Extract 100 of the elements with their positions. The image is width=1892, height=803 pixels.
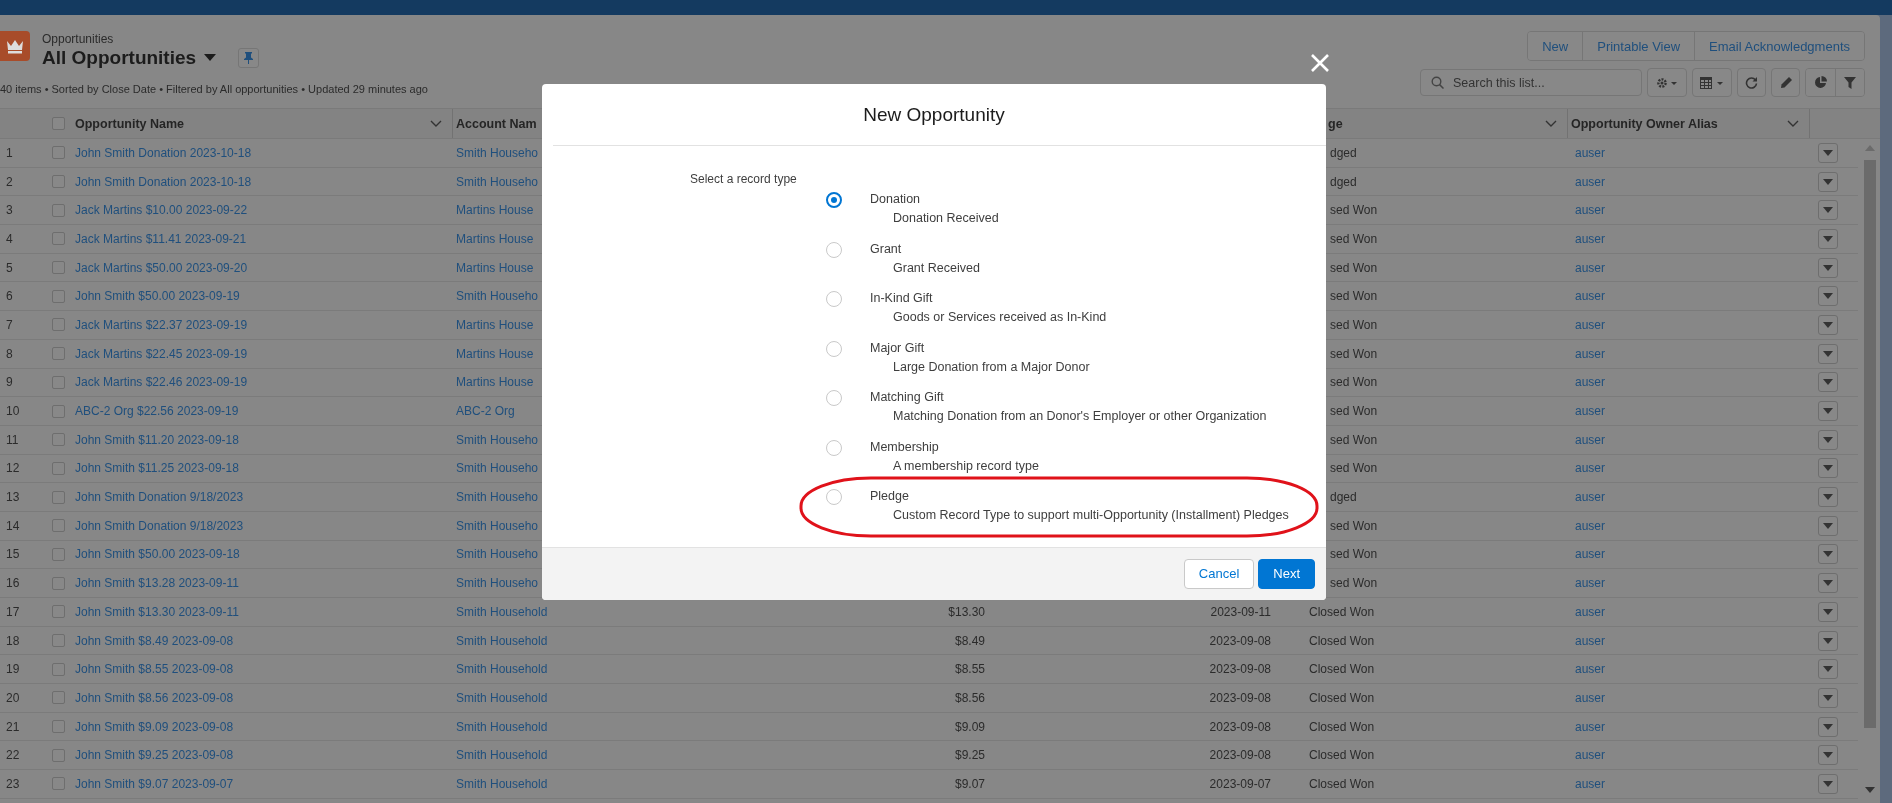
owner-link[interactable]: auser xyxy=(1568,748,1810,763)
column-header[interactable]: Opportunity Owner Alias xyxy=(1571,116,1718,131)
row-checkbox[interactable] xyxy=(51,576,65,590)
row-checkbox[interactable] xyxy=(51,461,65,475)
option-label[interactable]: Major Gift xyxy=(870,340,925,355)
radio-button[interactable] xyxy=(826,192,842,208)
opportunity-link[interactable]: John Smith $8.49 2023-09-08 xyxy=(72,633,453,648)
owner-link[interactable]: auser xyxy=(1568,404,1810,419)
row-checkbox[interactable] xyxy=(51,404,65,418)
row-action-button[interactable] xyxy=(1818,745,1838,766)
display-as-button[interactable] xyxy=(1692,68,1732,97)
account-link[interactable]: Smith Household xyxy=(453,719,653,734)
search-field[interactable]: Search this list... xyxy=(1420,69,1642,96)
owner-link[interactable]: auser xyxy=(1568,690,1810,705)
opportunity-link[interactable]: John Smith $11.25 2023-09-18 xyxy=(72,461,453,476)
owner-link[interactable]: auser xyxy=(1568,518,1810,533)
opportunity-link[interactable]: Jack Martins $10.00 2023-09-22 xyxy=(72,203,453,218)
radio-button[interactable] xyxy=(826,241,842,258)
opportunity-link[interactable]: John Smith $9.25 2023-09-08 xyxy=(72,748,453,763)
row-checkbox[interactable] xyxy=(51,547,65,561)
option-label[interactable]: Donation xyxy=(870,192,921,206)
option-label[interactable]: Matching Gift xyxy=(870,390,944,404)
row-action-button[interactable] xyxy=(1818,343,1838,364)
account-link[interactable]: Smith Household xyxy=(453,690,653,705)
owner-link[interactable]: auser xyxy=(1568,776,1810,791)
owner-link[interactable]: auser xyxy=(1568,432,1810,447)
owner-link[interactable]: auser xyxy=(1568,289,1810,304)
opportunity-link[interactable]: John Smith $9.09 2023-09-08 xyxy=(72,719,453,734)
owner-link[interactable]: auser xyxy=(1568,317,1810,332)
row-checkbox[interactable] xyxy=(51,375,65,389)
primary-button[interactable]: Next xyxy=(1258,558,1315,589)
row-checkbox[interactable] xyxy=(51,203,65,217)
opportunity-link[interactable]: John Smith $11.20 2023-09-18 xyxy=(72,432,453,447)
option-label[interactable]: In-Kind Gift xyxy=(870,291,933,305)
row-action-button[interactable] xyxy=(1818,716,1838,737)
account-link[interactable]: Smith Household xyxy=(453,604,653,619)
opportunity-link[interactable]: John Smith $13.28 2023-09-11 xyxy=(72,576,453,591)
row-action-button[interactable] xyxy=(1818,286,1838,307)
scroll-down-icon[interactable] xyxy=(1865,787,1875,793)
opportunity-link[interactable]: John Smith $8.56 2023-09-08 xyxy=(72,690,453,705)
option-label[interactable]: Pledge xyxy=(870,489,909,503)
row-action-button[interactable] xyxy=(1818,228,1838,249)
action-button[interactable]: Email Acknowledgments xyxy=(1694,32,1864,60)
edit-button[interactable] xyxy=(1771,68,1800,97)
owner-link[interactable]: auser xyxy=(1568,576,1810,591)
radio-button[interactable] xyxy=(826,489,842,505)
radio-button[interactable] xyxy=(826,340,842,357)
scroll-up-icon[interactable] xyxy=(1865,145,1875,151)
owner-link[interactable]: auser xyxy=(1568,231,1810,246)
settings-button[interactable] xyxy=(1647,68,1687,97)
opportunity-link[interactable]: Jack Martins $22.46 2023-09-19 xyxy=(72,375,453,390)
account-link[interactable]: Smith Household xyxy=(453,662,653,677)
list-view-title[interactable]: All Opportunities xyxy=(42,47,197,69)
owner-link[interactable]: auser xyxy=(1568,490,1810,505)
opportunity-link[interactable]: John Smith $50.00 2023-09-19 xyxy=(72,289,453,304)
row-action-button[interactable] xyxy=(1818,401,1838,422)
opportunity-link[interactable]: John Smith $50.00 2023-09-18 xyxy=(72,547,453,562)
opportunity-link[interactable]: John Smith Donation 2023-10-18 xyxy=(72,145,453,160)
row-checkbox[interactable] xyxy=(51,347,65,361)
row-checkbox[interactable] xyxy=(51,146,65,160)
row-action-button[interactable] xyxy=(1818,372,1838,393)
owner-link[interactable]: auser xyxy=(1568,203,1810,218)
row-action-button[interactable] xyxy=(1818,257,1838,278)
opportunity-link[interactable]: Jack Martins $22.45 2023-09-19 xyxy=(72,346,453,361)
close-icon[interactable] xyxy=(1309,52,1331,74)
pin-button[interactable] xyxy=(238,48,260,68)
row-action-button[interactable] xyxy=(1818,630,1838,651)
owner-link[interactable]: auser xyxy=(1568,662,1810,677)
row-action-button[interactable] xyxy=(1818,314,1838,335)
account-link[interactable]: Smith Household xyxy=(453,748,653,763)
select-all-checkbox[interactable] xyxy=(51,117,65,130)
row-checkbox[interactable] xyxy=(51,720,65,734)
column-header[interactable]: ge xyxy=(1328,116,1343,131)
owner-link[interactable]: auser xyxy=(1568,260,1810,275)
owner-link[interactable]: auser xyxy=(1568,461,1810,476)
row-action-button[interactable] xyxy=(1818,544,1838,565)
row-action-button[interactable] xyxy=(1818,573,1838,594)
row-action-button[interactable] xyxy=(1818,773,1838,794)
owner-link[interactable]: auser xyxy=(1568,633,1810,648)
opportunity-link[interactable]: John Smith Donation 9/18/2023 xyxy=(72,490,453,505)
row-checkbox[interactable] xyxy=(51,490,65,504)
secondary-button[interactable]: Cancel xyxy=(1183,558,1255,589)
opportunity-link[interactable]: ABC-2 Org $22.56 2023-09-19 xyxy=(72,404,453,419)
search-input[interactable]: Search this list... xyxy=(1451,74,1635,91)
option-label[interactable]: Grant xyxy=(870,241,902,256)
row-action-button[interactable] xyxy=(1818,515,1838,536)
owner-link[interactable]: auser xyxy=(1568,346,1810,361)
opportunity-link[interactable]: John Smith $8.55 2023-09-08 xyxy=(72,662,453,677)
row-action-button[interactable] xyxy=(1818,171,1838,192)
row-checkbox[interactable] xyxy=(51,433,65,447)
opportunity-link[interactable]: Jack Martins $50.00 2023-09-20 xyxy=(72,260,453,275)
opportunity-link[interactable]: Jack Martins $11.41 2023-09-21 xyxy=(72,231,453,246)
row-checkbox[interactable] xyxy=(51,318,65,332)
opportunity-link[interactable]: John Smith $9.07 2023-09-07 xyxy=(72,776,453,791)
opportunity-link[interactable]: John Smith $13.30 2023-09-11 xyxy=(72,604,453,619)
row-action-button[interactable] xyxy=(1818,458,1838,479)
radio-button[interactable] xyxy=(826,439,842,456)
opportunity-link[interactable]: John Smith Donation 2023-10-18 xyxy=(72,174,453,189)
column-header[interactable]: Account Nam xyxy=(456,116,537,131)
scrollbar-thumb[interactable] xyxy=(1864,160,1876,728)
